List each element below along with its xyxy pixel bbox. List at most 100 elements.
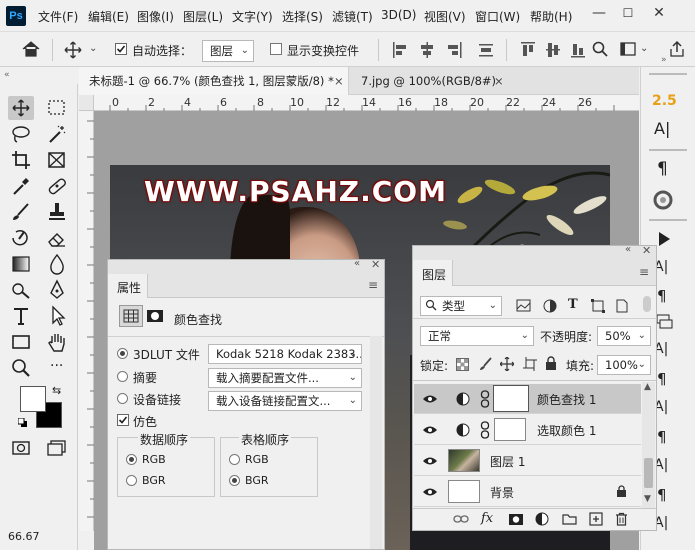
- lock-all-icon[interactable]: [545, 356, 557, 371]
- link-layers-icon[interactable]: [453, 513, 469, 525]
- chain-link-icon[interactable]: [480, 390, 490, 408]
- data-order-rgb-radio[interactable]: [126, 454, 137, 465]
- layer-comps-icon[interactable]: [655, 313, 673, 331]
- auto-select-target-dropdown[interactable]: 图层 ⌄: [202, 40, 254, 62]
- close-panel-icon[interactable]: ✕: [642, 244, 651, 257]
- abstract-radio[interactable]: [117, 371, 128, 382]
- filter-pixel-icon[interactable]: [516, 299, 531, 313]
- align-middle-icon[interactable]: [545, 41, 561, 59]
- layer-row-layer-1[interactable]: 图层 1: [414, 446, 641, 476]
- home-icon[interactable]: [22, 41, 40, 57]
- hand-tool[interactable]: [44, 330, 70, 354]
- eraser-tool[interactable]: [44, 226, 70, 250]
- menu-filter[interactable]: 滤镜(T): [332, 8, 373, 25]
- panel-menu-icon[interactable]: ≡: [368, 278, 378, 292]
- paragraph-icon-2[interactable]: ¶: [657, 370, 667, 388]
- align-right-icon[interactable]: [446, 41, 462, 59]
- visibility-eye-icon[interactable]: [422, 487, 438, 497]
- share-icon[interactable]: [668, 40, 686, 58]
- close-panel-icon[interactable]: ✕: [371, 258, 380, 271]
- tab-properties[interactable]: 属性: [117, 279, 141, 296]
- paragraph-styles-icon[interactable]: ¶: [657, 287, 667, 305]
- layers-scrollbar[interactable]: ▲ ▼: [642, 382, 655, 508]
- menu-help[interactable]: 帮助(H): [530, 8, 572, 25]
- path-selection-tool[interactable]: [44, 304, 70, 328]
- close-tab-icon[interactable]: ×: [334, 67, 344, 95]
- default-colors-icon[interactable]: [18, 418, 28, 428]
- layer-row-selective-color[interactable]: 选取颜色 1: [414, 415, 641, 445]
- swap-colors-icon[interactable]: ⇆: [52, 384, 61, 397]
- menu-image[interactable]: 图像(I): [137, 8, 174, 25]
- minimize-button[interactable]: —: [588, 4, 610, 22]
- new-layer-icon[interactable]: [589, 512, 603, 526]
- paragraph-panel-icon[interactable]: ¶: [657, 159, 668, 179]
- menu-3d[interactable]: 3D(D): [381, 8, 416, 22]
- align-center-icon[interactable]: [419, 41, 435, 59]
- marquee-tool[interactable]: [44, 96, 70, 120]
- table-order-bgr-radio[interactable]: [229, 475, 240, 486]
- paragraph-icon-3[interactable]: ¶: [657, 428, 667, 446]
- visibility-eye-icon[interactable]: [422, 394, 438, 404]
- data-order-bgr-radio[interactable]: [126, 475, 137, 486]
- add-mask-icon[interactable]: [508, 513, 524, 526]
- close-tab-icon[interactable]: ×: [494, 67, 504, 95]
- frame-tool[interactable]: [44, 148, 70, 172]
- brush-tool[interactable]: [8, 200, 34, 224]
- filter-shape-icon[interactable]: [591, 299, 605, 313]
- fill-input[interactable]: 100% ⌄: [597, 355, 651, 375]
- menu-edit[interactable]: 编辑(E): [88, 8, 129, 25]
- lock-position-icon[interactable]: [500, 357, 514, 371]
- version-badge[interactable]: 2.5: [652, 93, 677, 109]
- layer-mask-thumbnail[interactable]: [494, 418, 526, 441]
- menu-file[interactable]: 文件(F): [38, 8, 78, 25]
- foreground-color-swatch[interactable]: [20, 386, 46, 412]
- layer-row-color-lookup[interactable]: 颜色查找 1: [414, 384, 641, 414]
- lasso-tool[interactable]: [8, 122, 34, 146]
- clone-stamp-tool[interactable]: [44, 200, 70, 224]
- search-icon[interactable]: [592, 41, 608, 57]
- chain-link-icon[interactable]: [480, 421, 490, 439]
- visibility-eye-icon[interactable]: [422, 456, 438, 466]
- move-tool-icon[interactable]: [64, 41, 82, 59]
- collapse-arrows-icon[interactable]: «: [4, 70, 10, 80]
- gradient-tool[interactable]: [8, 252, 34, 276]
- chevron-down-icon[interactable]: ⌄: [89, 43, 97, 54]
- align-left-icon[interactable]: [392, 41, 408, 59]
- filter-type-icon[interactable]: T: [568, 297, 578, 312]
- abstract-dropdown[interactable]: 载入摘要配置文件... ⌄: [208, 368, 362, 388]
- paragraph-icon-4[interactable]: ¶: [657, 486, 667, 504]
- dither-checkbox[interactable]: [117, 414, 129, 426]
- show-transform-checkbox[interactable]: [270, 43, 282, 55]
- opacity-input[interactable]: 50% ⌄: [597, 326, 651, 346]
- new-group-icon[interactable]: [562, 513, 577, 525]
- crop-tool[interactable]: [8, 148, 34, 172]
- character-panel-icon[interactable]: A|: [654, 119, 670, 138]
- more-tools-icon[interactable]: ···: [44, 356, 70, 380]
- tab-untitled-1[interactable]: 未标题-1 @ 66.7% (颜色查找 1, 图层蒙版/8) * ×: [79, 67, 349, 95]
- blend-mode-dropdown[interactable]: 正常 ⌄: [420, 326, 534, 346]
- type-tool[interactable]: [8, 304, 34, 328]
- 3dlut-radio[interactable]: [117, 348, 128, 359]
- dodge-tool[interactable]: [8, 278, 34, 302]
- auto-select-checkbox[interactable]: [115, 43, 127, 55]
- blur-tool[interactable]: [44, 252, 70, 276]
- align-top-icon[interactable]: [520, 41, 536, 59]
- close-button[interactable]: ✕: [648, 4, 670, 22]
- collapse-panel-icon[interactable]: «: [625, 244, 631, 255]
- menu-view[interactable]: 视图(V): [424, 8, 466, 25]
- layer-style-fx-button[interactable]: fx: [481, 511, 493, 526]
- layer-mask-thumbnail[interactable]: [493, 385, 529, 412]
- chevron-down-icon[interactable]: ⌄: [640, 43, 648, 54]
- menu-layer[interactable]: 图层(L): [183, 8, 223, 25]
- quick-mask-icon[interactable]: [8, 436, 34, 460]
- maximize-button[interactable]: ☐: [617, 4, 639, 22]
- glyphs-panel-icon[interactable]: [652, 189, 674, 211]
- table-order-rgb-radio[interactable]: [229, 454, 240, 465]
- magic-wand-tool[interactable]: [44, 122, 70, 146]
- properties-scrollbar[interactable]: [370, 336, 382, 549]
- tab-7-jpg[interactable]: 7.jpg @ 100%(RGB/8#) ×: [351, 67, 511, 95]
- rectangle-tool[interactable]: [8, 330, 34, 354]
- menu-type[interactable]: 文字(Y): [232, 8, 273, 25]
- collapse-panel-icon[interactable]: «: [354, 258, 360, 269]
- layer-thumbnail[interactable]: [448, 449, 480, 472]
